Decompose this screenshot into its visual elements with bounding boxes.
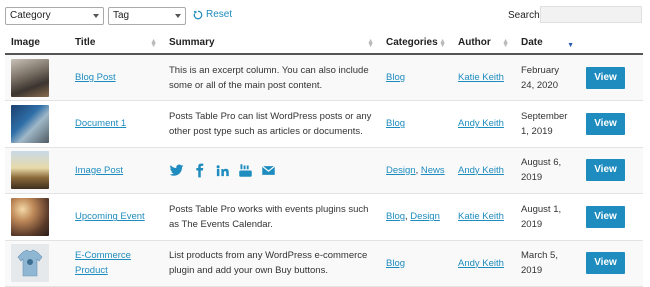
view-button[interactable]: View [586,66,625,89]
email-icon[interactable] [261,163,276,178]
reset-icon [193,10,203,19]
table-header-row: Image Title ▲ ▼ Summary ▲ ▼ Categories ▲ ▼ Aut… [5,32,643,55]
reset-button[interactable]: Reset [193,9,232,20]
chevron-down-icon [175,14,181,18]
column-header-date[interactable]: Date ▼ [515,32,580,55]
post-title-link[interactable]: Image Post [75,165,123,176]
category-link[interactable]: News [421,165,445,176]
date-text: August 6, 2019 [515,147,580,194]
summary-text: Posts Table Pro works with events plugin… [163,193,380,241]
table-row: Blog Post This is an excerpt column. You… [5,54,643,101]
table-row: Upcoming Event Posts Table Pro works wit… [5,193,643,241]
thumbnail-image[interactable] [11,197,49,236]
summary-text: Posts Table Pro can list WordPress posts… [163,100,380,148]
table-row: Image Post Design, News Andy Keith Augus… [5,147,643,194]
column-header-summary[interactable]: Summary ▲ ▼ [163,32,380,55]
tshirt-icon [17,249,43,277]
social-icons [169,163,374,178]
category-link[interactable]: Blog [386,72,405,83]
author-link[interactable]: Katie Keith [458,211,504,222]
column-header-image[interactable]: Image [5,32,69,55]
search-input[interactable] [540,6,642,23]
tag-filter-label: Tag [113,10,130,21]
category-link[interactable]: Blog [386,211,405,222]
summary-text: This is an excerpt column. You can also … [163,54,380,101]
summary-text: List products from any WordPress e-comme… [163,240,380,287]
sort-icon: ▲ ▼ [367,38,374,49]
table-row: Document 1 Posts Table Pro can list Word… [5,100,643,148]
filter-bar: Category Tag Reset Search: [0,0,650,30]
sort-icon: ▲ ▼ [439,38,446,49]
author-link[interactable]: Andy Keith [458,118,504,129]
column-header-actions [580,32,643,55]
column-header-title[interactable]: Title ▲ ▼ [69,32,163,55]
column-header-categories[interactable]: Categories ▲ ▼ [380,32,452,55]
view-button[interactable]: View [586,112,625,135]
thumbnail-image[interactable] [11,58,49,97]
post-title-link[interactable]: Upcoming Event [75,211,145,222]
post-title-link[interactable]: Blog Post [75,72,116,83]
author-link[interactable]: Katie Keith [458,72,504,83]
sort-icon: ▲ ▼ [150,38,157,49]
date-text: February 24, 2020 [515,54,580,101]
search-label: Search: [508,10,543,21]
category-link[interactable]: Blog [386,258,405,269]
table-row: E-Commerce Product List products from an… [5,240,643,287]
view-button[interactable]: View [586,205,625,228]
tag-filter-select[interactable]: Tag [108,7,186,25]
view-button[interactable]: View [586,252,625,275]
post-title-link[interactable]: Document 1 [75,118,126,129]
posts-table: Image Title ▲ ▼ Summary ▲ ▼ Categories ▲ ▼ Aut… [5,32,643,287]
author-link[interactable]: Andy Keith [458,258,504,269]
column-header-author[interactable]: Author ▲ ▼ [452,32,515,55]
category-filter-select[interactable]: Category [5,7,104,25]
thumbnail-image[interactable] [11,104,49,143]
reset-label: Reset [206,9,233,20]
category-link[interactable]: Design [386,165,416,176]
date-text: August 1, 2019 [515,193,580,241]
category-filter-label: Category [10,10,51,21]
facebook-icon[interactable] [192,163,207,178]
post-title-link[interactable]: E-Commerce Product [75,250,131,276]
date-text: March 5, 2019 [515,240,580,287]
twitter-icon[interactable] [169,163,184,178]
category-link[interactable]: Blog [386,118,405,129]
chevron-down-icon [93,14,99,18]
youtube-icon[interactable] [238,163,253,178]
thumbnail-image[interactable] [11,244,49,283]
category-link[interactable]: Design [410,211,440,222]
sort-icon: ▲ ▼ [502,38,509,49]
thumbnail-image[interactable] [11,151,49,190]
view-button[interactable]: View [586,159,625,182]
date-text: September 1, 2019 [515,100,580,148]
linkedin-icon[interactable] [215,163,230,178]
author-link[interactable]: Andy Keith [458,165,504,176]
sort-desc-icon: ▼ [567,42,574,49]
